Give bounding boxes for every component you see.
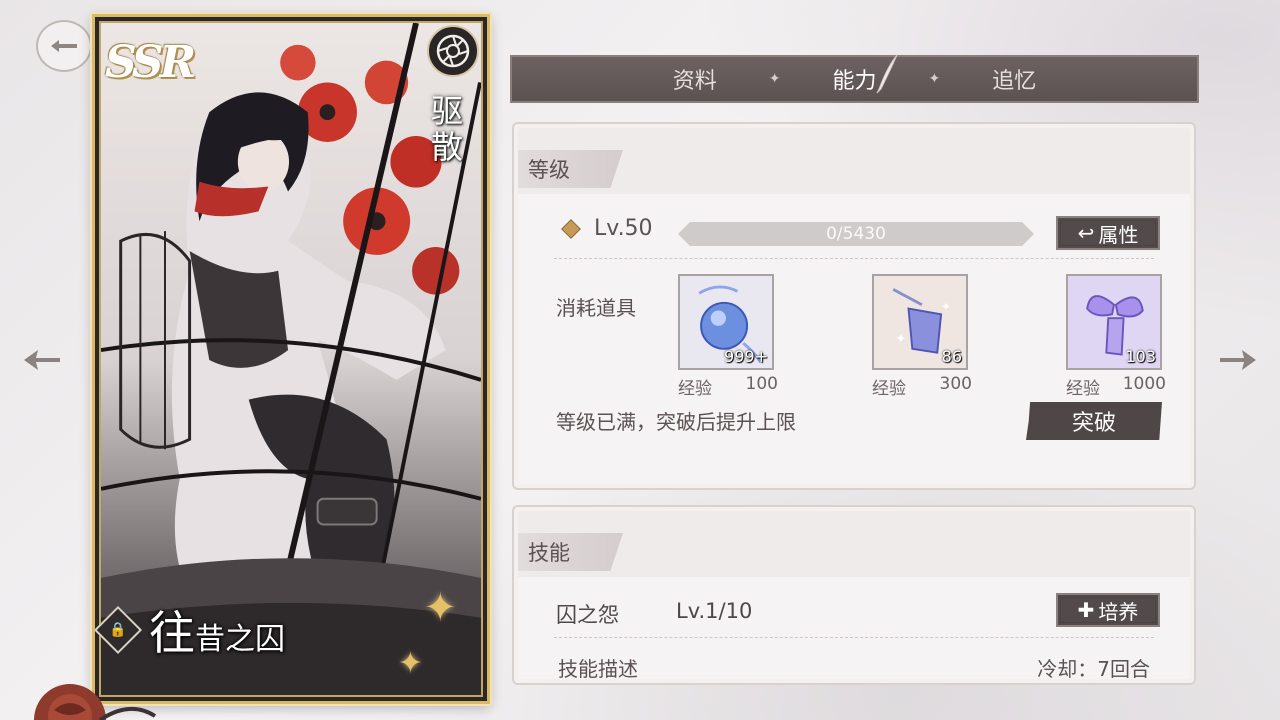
level-row: Lv.50 bbox=[561, 216, 653, 241]
skill-description-label: 技能描述 bbox=[558, 657, 638, 681]
skill-cooldown: 冷却：7回合 bbox=[1037, 657, 1150, 681]
arrow-left-icon bbox=[24, 350, 60, 370]
svg-text:✦: ✦ bbox=[941, 300, 951, 314]
exp-text: 0/5430 bbox=[826, 224, 886, 244]
arrow-right-icon bbox=[1220, 350, 1256, 370]
diamond-icon bbox=[561, 218, 581, 239]
divider bbox=[554, 637, 1154, 638]
tab-separator-icon: ✦ bbox=[928, 71, 941, 87]
next-card-arrow[interactable] bbox=[1216, 340, 1260, 380]
breakthrough-button[interactable]: 突破 bbox=[1026, 402, 1162, 440]
card-name: 往 昔之囚 bbox=[149, 606, 285, 660]
skill-section: 技能 囚之怨 Lv.1/10 ✚ 培养 技能描述 冷却：7回合 bbox=[512, 505, 1196, 685]
character-card[interactable]: SSR 驱 散 🔒 往 昔之囚 ✦ ✦ bbox=[92, 14, 490, 704]
back-button[interactable] bbox=[36, 20, 92, 72]
level-value: Lv.50 bbox=[594, 216, 653, 241]
exp-item-large[interactable]: 103 经验 1000 bbox=[1066, 274, 1166, 399]
level-max-notice: 等级已满，突破后提升上限 bbox=[556, 410, 796, 434]
train-skill-button[interactable]: ✚ 培养 bbox=[1056, 593, 1160, 627]
back-arrow-icon: ↩ bbox=[1077, 221, 1095, 245]
tab-memory[interactable]: 追忆 bbox=[940, 63, 1088, 95]
exp-item-small[interactable]: 999+ 经验 100 bbox=[678, 274, 778, 399]
svg-text:✦: ✦ bbox=[895, 332, 906, 347]
rarity-label: SSR bbox=[105, 37, 196, 88]
back-arrow-icon bbox=[51, 40, 77, 52]
card-type-label: 驱 散 bbox=[430, 92, 463, 166]
tab-bar: 资料 ✦ 能力 ✦ 追忆 bbox=[510, 54, 1199, 103]
consumables-label: 消耗道具 bbox=[556, 296, 636, 320]
exp-item-medium[interactable]: ✦ ✦ 86 经验 300 bbox=[872, 274, 972, 399]
level-section-header: 等级 bbox=[518, 150, 623, 188]
sparkle-icon: ✦ bbox=[397, 646, 423, 681]
quill-icon bbox=[876, 54, 897, 94]
rose-decoration-icon bbox=[34, 684, 157, 720]
level-section: 等级 Lv.50 0/5430 ↩ 属性 消耗道具 999+ 经验 100 ✦ … bbox=[512, 122, 1196, 490]
tab-separator-icon: ✦ bbox=[768, 71, 781, 87]
tab-info[interactable]: 资料 bbox=[621, 63, 769, 95]
attributes-button[interactable]: ↩ 属性 bbox=[1056, 216, 1160, 250]
sparkle-icon: ✦ bbox=[423, 585, 457, 631]
exp-progress-bar: 0/5430 bbox=[678, 222, 1034, 246]
divider bbox=[554, 258, 1154, 259]
lock-icon[interactable]: 🔒 bbox=[95, 605, 143, 655]
skill-section-header: 技能 bbox=[518, 533, 623, 571]
previous-card-arrow[interactable] bbox=[20, 340, 64, 380]
skill-level: Lv.1/10 bbox=[676, 599, 753, 623]
aperture-icon bbox=[427, 25, 479, 77]
skill-name: 囚之怨 bbox=[556, 603, 619, 627]
plus-icon: ✚ bbox=[1077, 598, 1095, 622]
tab-ability[interactable]: 能力 bbox=[780, 54, 928, 95]
